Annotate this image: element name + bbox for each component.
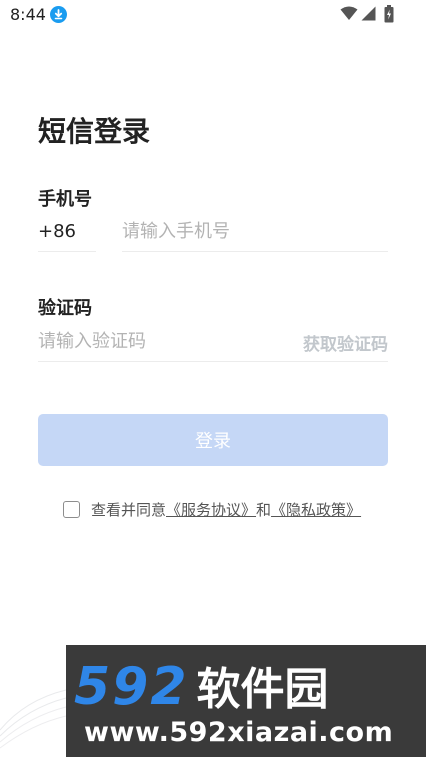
login-button[interactable]: 登录 [38,414,388,466]
agreement-and: 和 [256,500,272,519]
agreement-row: 查看并同意 《服务协议》 和 《隐私政策》 [63,498,361,520]
watermark-url: www.592xiazai.com [84,717,394,748]
privacy-policy-link[interactable]: 《隐私政策》 [271,499,361,520]
battery-icon [384,5,394,27]
agree-checkbox[interactable] [63,500,80,518]
code-row: 获取验证码 [38,321,388,362]
code-input[interactable] [38,321,268,361]
wifi-icon [340,6,358,25]
country-code-selector[interactable]: +86 [38,212,96,252]
watermark-banner: 592 软件园 www.592xiazai.com [66,645,426,757]
phone-input[interactable] [122,212,388,252]
watermark-logo: 592 软件园 [74,653,329,717]
watermark-logo-number: 592 [74,657,189,717]
download-icon [50,6,67,23]
status-bar: 8:44 [0,0,426,30]
page-title: 短信登录 [38,115,151,148]
decorative-wave [0,689,67,749]
signal-icon [361,6,376,25]
status-time: 8:44 [10,5,46,24]
phone-label: 手机号 [38,189,92,210]
code-label: 验证码 [38,298,92,319]
watermark-logo-text: 软件园 [196,664,329,715]
agreement-prefix: 查看并同意 [91,500,167,519]
get-code-button[interactable]: 获取验证码 [303,330,388,355]
service-agreement-link[interactable]: 《服务协议》 [166,499,256,520]
